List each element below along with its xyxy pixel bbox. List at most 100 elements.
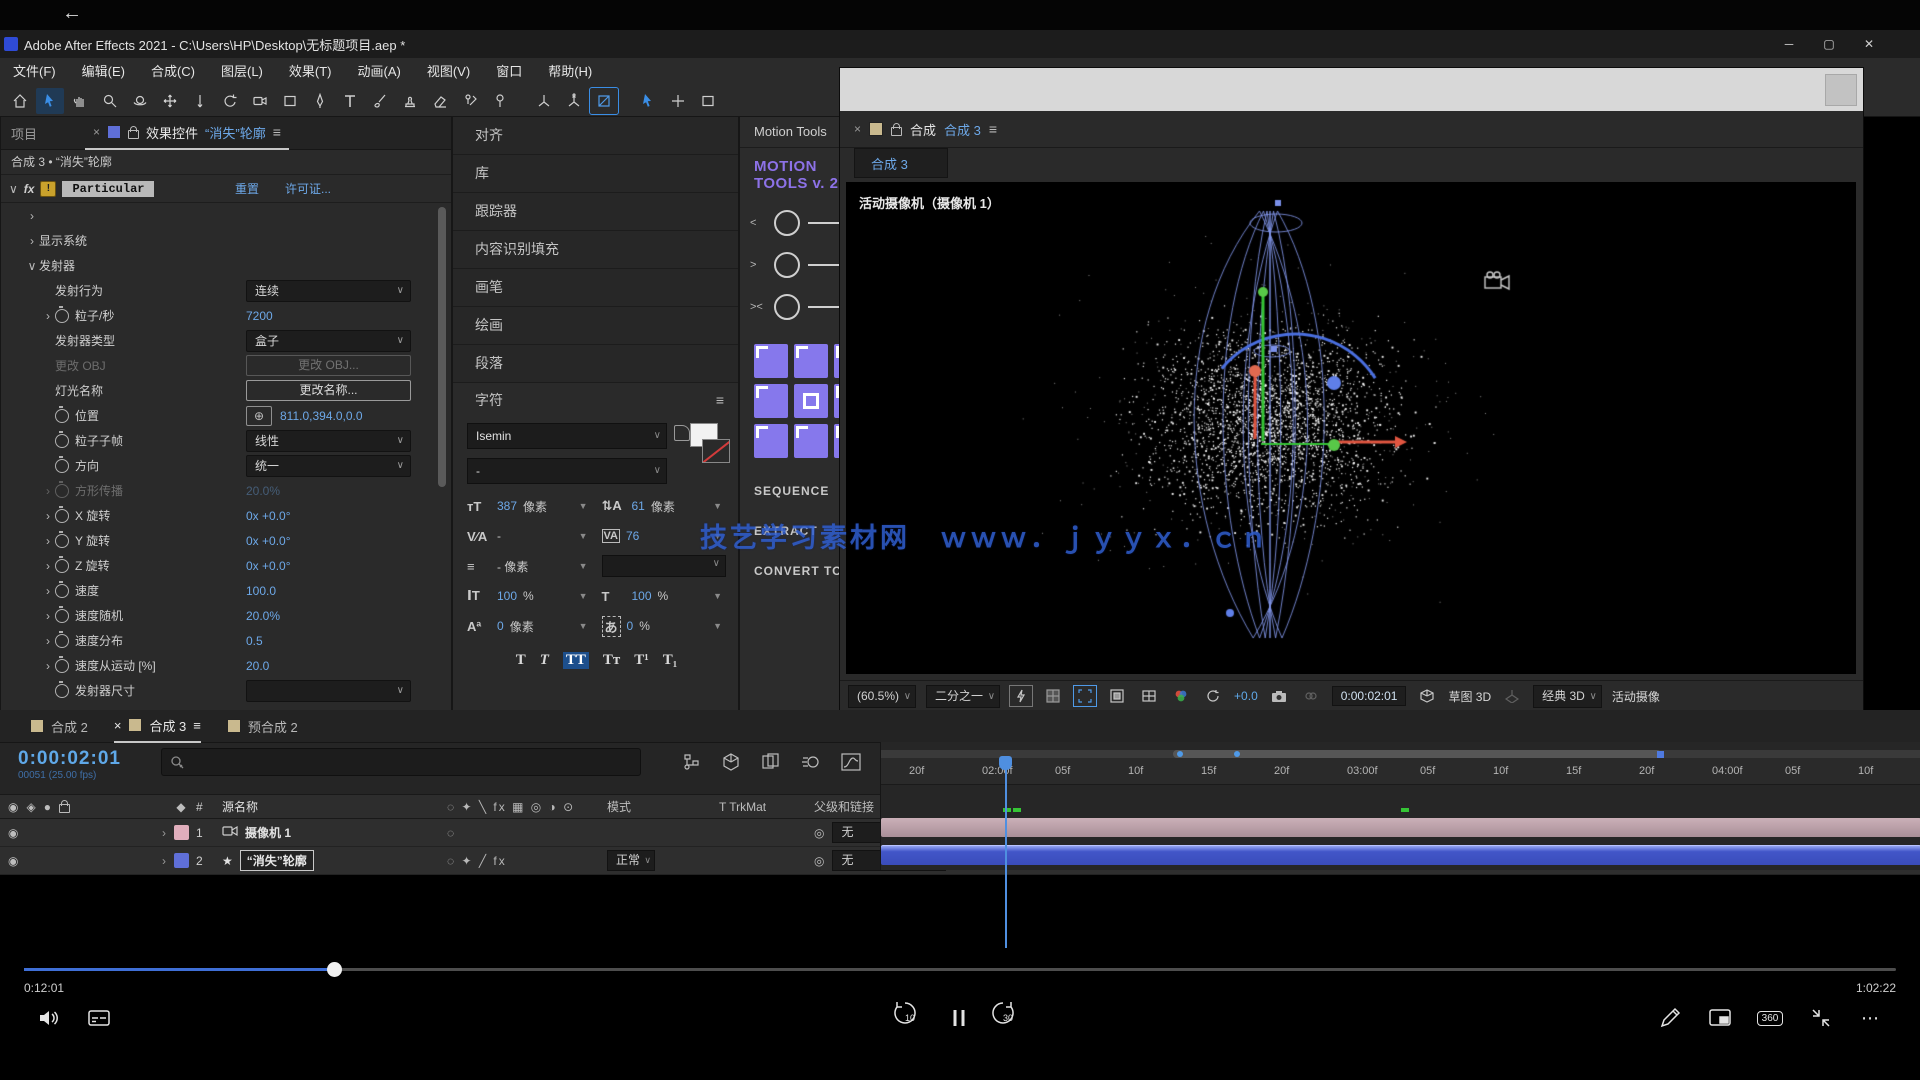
stopwatch-icon[interactable]: [55, 434, 69, 448]
pickwhip-icon[interactable]: ◎: [814, 826, 824, 840]
chevron-right-icon[interactable]: ›: [41, 534, 55, 548]
pen-tool-icon[interactable]: [306, 88, 334, 114]
close-button[interactable]: ✕: [1862, 37, 1876, 51]
baseline-grid-field[interactable]: ≡ - 像素 ▼: [467, 554, 592, 578]
chevron-down-icon[interactable]: ▼: [713, 501, 722, 511]
anchor-cell-7[interactable]: [794, 424, 828, 458]
selection-2-tool-icon[interactable]: [634, 88, 662, 114]
marker-dot[interactable]: [1234, 751, 1240, 757]
stopwatch-icon[interactable]: [55, 509, 69, 523]
resolution-select[interactable]: 二分之一: [926, 685, 1000, 708]
effect-row-灯光名称[interactable]: 灯光名称更改名称...: [1, 378, 451, 403]
hand-tool-icon[interactable]: [66, 88, 94, 114]
menu-item-7[interactable]: 窗口: [483, 58, 535, 86]
selection-tool-icon[interactable]: [36, 88, 64, 114]
exit-fullscreen-icon[interactable]: [1806, 1003, 1836, 1033]
draft-3d-icon[interactable]: [1416, 686, 1438, 706]
chevron-down-icon[interactable]: ∨: [9, 182, 18, 196]
anchor-cell-3[interactable]: [754, 384, 788, 418]
property-value[interactable]: 20.0%: [246, 484, 280, 498]
draft-3d-toggle-icon[interactable]: [721, 752, 741, 775]
maximize-button[interactable]: ▢: [1822, 37, 1836, 51]
property-value[interactable]: 0x +0.0°: [246, 509, 291, 523]
exposure-value[interactable]: +0.0: [1234, 689, 1258, 703]
effect-row-速度[interactable]: ›速度100.0: [1, 578, 451, 603]
close-icon[interactable]: ×: [93, 125, 100, 139]
property-value[interactable]: 20.0: [246, 659, 269, 673]
transparency-grid-icon[interactable]: [1042, 686, 1064, 706]
motion-blur-icon[interactable]: [801, 752, 821, 775]
property-dropdown[interactable]: 盒子: [246, 330, 411, 352]
stopwatch-icon[interactable]: [55, 409, 69, 423]
brush-tool-icon[interactable]: [366, 88, 394, 114]
minimize-button[interactable]: ─: [1782, 37, 1796, 51]
chevron-right-icon[interactable]: ›: [41, 659, 55, 673]
rectangle-tool-icon[interactable]: [276, 88, 304, 114]
type-style-button-5[interactable]: T₁: [663, 652, 678, 669]
playhead-line[interactable]: [1005, 758, 1007, 948]
horizontal-scale-field[interactable]: T 100 % ▼: [602, 584, 727, 608]
menu-item-6[interactable]: 视图(V): [414, 58, 483, 86]
effect-header-row[interactable]: ∨ fx ! Particular 重置 许可证...: [1, 175, 451, 203]
tab-库[interactable]: 库: [453, 155, 738, 193]
effect-row-速度分布[interactable]: ›速度分布0.5: [1, 628, 451, 653]
orbit-camera-tool-icon[interactable]: [126, 88, 154, 114]
effect-row-速度从运动 [%][interactable]: ›速度从运动 [%]20.0: [1, 653, 451, 678]
effect-row-Y 旋转[interactable]: ›Y 旋转0x +0.0°: [1, 528, 451, 553]
stopwatch-icon[interactable]: [55, 634, 69, 648]
effect-row-发射器尺寸[interactable]: 发射器尺寸: [1, 678, 451, 703]
keyframe-marker[interactable]: [1401, 808, 1409, 812]
visibility-eye-icon[interactable]: ◉: [8, 854, 18, 868]
type-style-button-0[interactable]: T: [516, 652, 526, 669]
frame-blending-icon[interactable]: [761, 752, 781, 775]
type-style-button-3[interactable]: Tт: [603, 652, 620, 669]
font-family-select[interactable]: Isemin: [467, 423, 667, 449]
forward-30-button[interactable]: 30: [993, 1003, 1023, 1033]
chevron-right-icon[interactable]: ›: [41, 509, 55, 523]
property-value[interactable]: 20.0%: [246, 609, 280, 623]
composition-viewer[interactable]: 活动摄像机（摄像机 1）: [846, 182, 1856, 674]
ease-knob[interactable]: [774, 252, 800, 278]
chevron-right-icon[interactable]: ›: [41, 309, 55, 323]
timeline-tab-合成 2[interactable]: 合成 2: [30, 710, 88, 742]
roto-brush-tool-icon[interactable]: [456, 88, 484, 114]
license-link[interactable]: 许可证...: [285, 180, 331, 197]
leading-field[interactable]: ⇅A 61 像素 ▼: [602, 494, 727, 518]
effect-row-显示系统[interactable]: ›显示系统: [1, 228, 451, 253]
keyframe-marker[interactable]: [1013, 808, 1021, 812]
chevron-down-icon[interactable]: ▼: [579, 501, 588, 511]
property-value[interactable]: 811.0,394.0,0.0: [280, 409, 363, 423]
chevron-down-icon[interactable]: ▼: [579, 591, 588, 601]
stopwatch-icon[interactable]: [55, 559, 69, 573]
layer-switches[interactable]: ◌: [447, 826, 607, 840]
zoom-level-select[interactable]: (60.5%): [848, 685, 916, 708]
camera-tool-tool-icon[interactable]: [246, 88, 274, 114]
marker-dot[interactable]: [1177, 751, 1183, 757]
effect-name[interactable]: Particular: [62, 181, 154, 197]
axis-view-tool-icon[interactable]: [590, 88, 618, 114]
effect-row-Z 旋转[interactable]: ›Z 旋转0x +0.0°: [1, 553, 451, 578]
effect-row-方向[interactable]: 方向统一: [1, 453, 451, 478]
chevron-right-icon[interactable]: ›: [25, 209, 39, 223]
menu-item-3[interactable]: 图层(L): [208, 58, 276, 86]
tab-effect-controls[interactable]: × 效果控件 “消失”轮廓 ≡: [85, 116, 289, 150]
mask-visibility-icon[interactable]: [1106, 686, 1128, 706]
effect-row-速度随机[interactable]: ›速度随机20.0%: [1, 603, 451, 628]
marker-square[interactable]: [1657, 751, 1664, 758]
effect-row-spacer[interactable]: ›: [1, 203, 451, 228]
back-icon[interactable]: ←: [62, 2, 82, 25]
work-area-bar[interactable]: [881, 750, 1920, 758]
blend-mode-select[interactable]: 正常: [607, 850, 655, 871]
rect-clip-tool-icon[interactable]: [694, 88, 722, 114]
effect-row-粒子子帧[interactable]: 粒子子帧线性: [1, 428, 451, 453]
chevron-down-icon[interactable]: ▼: [579, 561, 588, 571]
chevron-down-icon[interactable]: ∨: [25, 259, 39, 273]
dolly-camera-tool-icon[interactable]: [186, 88, 214, 114]
time-ruler[interactable]: 20f02:00f05f10f15f20f03:00f05f10f15f20f0…: [881, 758, 1920, 785]
seek-knob[interactable]: [327, 962, 342, 977]
pan-camera-tool-icon[interactable]: [156, 88, 184, 114]
menu-item-8[interactable]: 帮助(H): [535, 58, 605, 86]
timeline-search-input[interactable]: [161, 748, 641, 776]
property-value[interactable]: 0x +0.0°: [246, 534, 291, 548]
layer-label-color[interactable]: [174, 853, 189, 868]
